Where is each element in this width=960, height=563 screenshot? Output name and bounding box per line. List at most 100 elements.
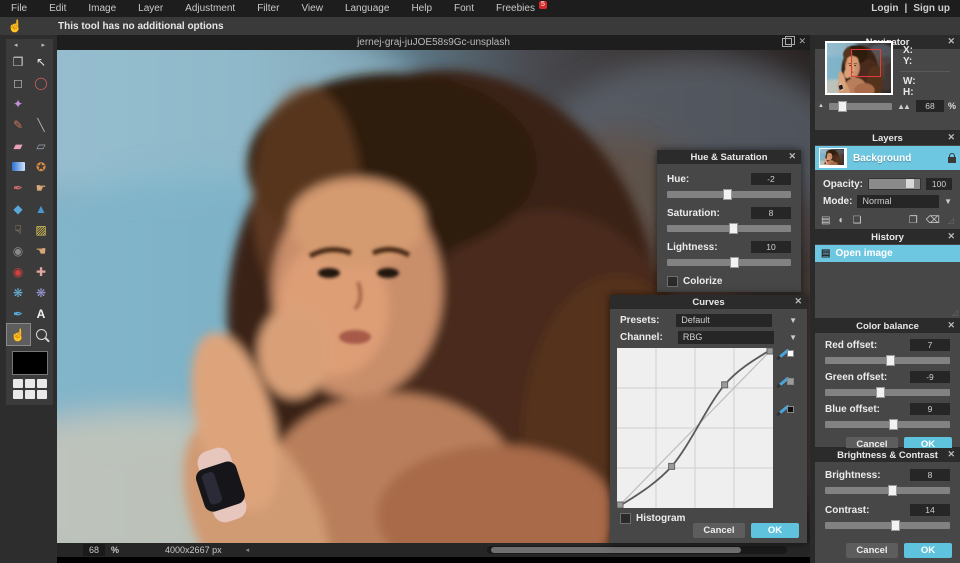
menu-file[interactable]: File <box>0 3 38 14</box>
navigator-thumbnail[interactable] <box>825 41 893 95</box>
sponge-tool[interactable]: ▨ <box>30 219 53 240</box>
magic-wand-tool[interactable]: ✦ <box>7 93 30 114</box>
close-panel-icon[interactable]: ✕ <box>947 449 955 460</box>
lasso-tool[interactable]: ◯ <box>30 72 53 93</box>
close-panel-icon[interactable]: ✕ <box>947 320 955 331</box>
brightness-slider[interactable] <box>825 487 950 494</box>
mixer-brush-tool[interactable]: ✒ <box>7 177 30 198</box>
workspace-square[interactable] <box>25 390 35 399</box>
curves-graph[interactable] <box>617 348 773 508</box>
clone-stamp-tool[interactable]: ✪ <box>30 156 53 177</box>
zoom-level-box[interactable]: 68 <box>83 544 105 556</box>
mask-icon[interactable]: ◐ <box>838 215 844 226</box>
background-eraser-tool[interactable]: ▱ <box>30 135 53 156</box>
opacity-slider[interactable] <box>868 178 921 190</box>
zoom-out-icon[interactable]: ▲ <box>818 103 824 109</box>
new-group-icon[interactable]: ❏ <box>853 215 862 226</box>
delete-layer-icon[interactable]: ⌫ <box>926 215 940 226</box>
ok-button[interactable]: OK <box>904 543 952 558</box>
close-document-icon[interactable]: ✕ <box>798 36 806 47</box>
eraser-tool[interactable]: ▰ <box>7 135 30 156</box>
curves-title-bar[interactable]: Curves ✕ <box>610 295 807 309</box>
close-panel-icon[interactable]: ✕ <box>947 231 955 242</box>
cancel-button[interactable]: Cancel <box>693 523 745 538</box>
hue-saturation-title-bar[interactable]: Hue & Saturation ✕ <box>657 150 801 164</box>
toolbar-prev-icon[interactable]: ◂ <box>14 41 18 49</box>
close-panel-icon[interactable]: ✕ <box>947 36 955 47</box>
brightness-value[interactable]: 8 <box>910 469 950 481</box>
panel-resize-grip[interactable]: ◿ <box>948 216 954 225</box>
close-dialog-icon[interactable]: ✕ <box>788 151 796 162</box>
menu-adjustment[interactable]: Adjustment <box>174 3 246 14</box>
pencil-tool[interactable]: ✎ <box>7 114 30 135</box>
color-balance-title-bar[interactable]: Color balance ✕ <box>815 319 960 333</box>
sparkle-purple-tool[interactable]: ❋ <box>30 282 53 303</box>
brightness-contrast-title-bar[interactable]: Brightness & Contrast ✕ <box>815 448 960 462</box>
contrast-value[interactable]: 14 <box>910 504 950 516</box>
type-tool[interactable]: A <box>30 303 53 324</box>
move-tool[interactable]: ↖ <box>30 51 53 72</box>
workspace-square[interactable] <box>37 390 47 399</box>
hue-value[interactable]: -2 <box>751 173 791 185</box>
navigator-zoom-slider[interactable] <box>829 103 892 110</box>
blue-offset-slider[interactable] <box>825 421 950 428</box>
layer-row-background[interactable]: Background <box>815 146 960 170</box>
channel-dropdown-icon[interactable]: ▼ <box>789 333 797 342</box>
workspace-square[interactable] <box>25 379 35 388</box>
channel-select[interactable]: RBG <box>678 331 774 344</box>
lightness-slider[interactable] <box>667 259 791 266</box>
gradient-tool[interactable] <box>7 156 30 177</box>
menu-help[interactable]: Help <box>400 3 443 14</box>
red-offset-value[interactable]: 7 <box>910 339 950 351</box>
blue-offset-value[interactable]: 9 <box>910 403 950 415</box>
red-offset-slider[interactable] <box>825 357 950 364</box>
contrast-slider[interactable] <box>825 522 950 529</box>
menu-image[interactable]: Image <box>77 3 127 14</box>
workspace-square[interactable] <box>37 379 47 388</box>
finger-tool[interactable]: ☟ <box>7 219 30 240</box>
adjustment-icon[interactable]: ▤ <box>821 215 830 226</box>
workspace-square[interactable] <box>13 390 23 399</box>
hue-slider[interactable] <box>667 191 791 198</box>
menu-language[interactable]: Language <box>334 3 401 14</box>
red-eye-tool[interactable]: ◉ <box>7 261 30 282</box>
menu-filter[interactable]: Filter <box>246 3 290 14</box>
opacity-value[interactable]: 100 <box>926 178 952 190</box>
ok-button[interactable]: OK <box>751 523 799 538</box>
saturation-value[interactable]: 8 <box>751 207 791 219</box>
sparkle-blue-tool[interactable]: ❋ <box>7 282 30 303</box>
saturation-slider[interactable] <box>667 225 791 232</box>
close-dialog-icon[interactable]: ✕ <box>794 296 802 307</box>
restore-window-icon[interactable] <box>782 38 792 47</box>
zoom-in-icon[interactable]: ▲▲ <box>897 102 909 111</box>
white-point-eyedropper-icon[interactable] <box>778 350 794 364</box>
menu-freebies[interactable]: Freebies 5 <box>485 3 546 14</box>
black-point-eyedropper-icon[interactable] <box>778 406 794 420</box>
menu-font[interactable]: Font <box>443 3 485 14</box>
green-offset-slider[interactable] <box>825 389 950 396</box>
crop-tool[interactable]: ❒ <box>7 51 30 72</box>
navigator-view-rectangle[interactable] <box>851 49 881 77</box>
burn-tool[interactable]: ☚ <box>30 240 53 261</box>
navigator-zoom-value[interactable]: 68 <box>916 100 944 112</box>
history-title-bar[interactable]: History ✕ <box>815 230 960 244</box>
presets-select[interactable]: Default <box>676 314 772 327</box>
menu-layer[interactable]: Layer <box>127 3 174 14</box>
signup-link[interactable]: Sign up <box>913 3 950 14</box>
line-tool[interactable]: ╲ <box>30 114 53 135</box>
mode-dropdown-icon[interactable]: ▼ <box>944 197 952 206</box>
panel-resize-grip[interactable]: ◿ <box>952 308 958 317</box>
lightness-value[interactable]: 10 <box>751 241 791 253</box>
menu-edit[interactable]: Edit <box>38 3 77 14</box>
histogram-checkbox[interactable] <box>620 513 631 524</box>
hand-tool[interactable]: ☝ <box>7 324 30 345</box>
workspace-square[interactable] <box>13 379 23 388</box>
horizontal-scrollbar[interactable] <box>487 546 787 554</box>
blur-tool[interactable]: ◆ <box>7 198 30 219</box>
close-panel-icon[interactable]: ✕ <box>947 132 955 143</box>
sharpen-tool[interactable]: ▲ <box>30 198 53 219</box>
pen-tool[interactable]: ✒ <box>7 303 30 324</box>
toolbar-next-icon[interactable]: ▸ <box>41 41 45 49</box>
colorize-checkbox[interactable] <box>667 276 678 287</box>
layers-title-bar[interactable]: Layers ✕ <box>815 131 960 145</box>
